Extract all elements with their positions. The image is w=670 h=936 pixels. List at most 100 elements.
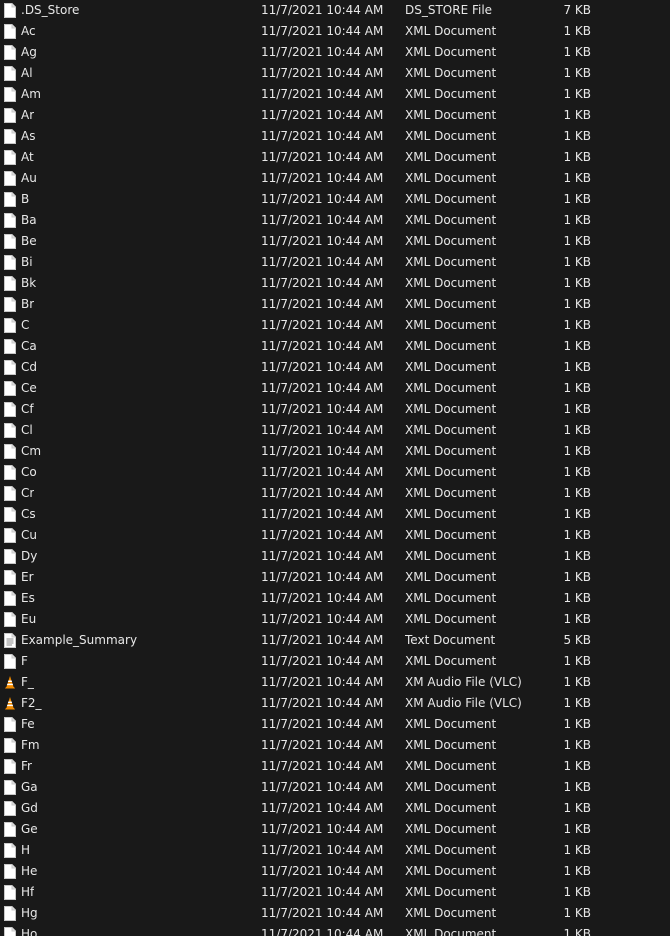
blank-file-icon [4,822,16,837]
file-type: DS_STORE File [405,3,493,17]
file-row[interactable]: Ga 11/7/2021 10:44 AM XML Document 1 KB [0,777,670,798]
file-row[interactable]: F2_ 11/7/2021 10:44 AM XM Audio File (VLC)… [0,693,670,714]
file-size: 1 KB [563,276,591,290]
file-name: F2_ [21,696,42,710]
file-row[interactable]: At 11/7/2021 10:44 AM XML Document 1 KB [0,147,670,168]
file-name: Eu [21,612,37,626]
blank-file-icon [4,66,16,81]
file-row[interactable]: Ca 11/7/2021 10:44 AM XML Document 1 KB [0,336,670,357]
file-name: Hg [21,906,38,920]
file-name: Co [21,465,37,479]
blank-file-icon [4,402,16,417]
file-row[interactable]: C 11/7/2021 10:44 AM XML Document 1 KB [0,315,670,336]
file-name: C [21,318,30,332]
file-date-modified: 11/7/2021 10:44 AM [261,381,384,395]
file-row[interactable]: Ge 11/7/2021 10:44 AM XML Document 1 KB [0,819,670,840]
file-row[interactable]: As 11/7/2021 10:44 AM XML Document 1 KB [0,126,670,147]
file-row[interactable]: Al 11/7/2021 10:44 AM XML Document 1 KB [0,63,670,84]
file-name: Cf [21,402,34,416]
file-size: 1 KB [563,87,591,101]
file-row[interactable]: Ag 11/7/2021 10:44 AM XML Document 1 KB [0,42,670,63]
file-name: Bi [21,255,33,269]
file-type: XML Document [405,129,497,143]
file-row[interactable]: Cl 11/7/2021 10:44 AM XML Document 1 KB [0,420,670,441]
file-row[interactable]: Hg 11/7/2021 10:44 AM XML Document 1 KB [0,903,670,924]
file-row[interactable]: Co 11/7/2021 10:44 AM XML Document 1 KB [0,462,670,483]
file-type: XML Document [405,171,497,185]
file-row[interactable]: Ce 11/7/2021 10:44 AM XML Document 1 KB [0,378,670,399]
blank-file-icon [4,717,16,732]
file-row[interactable]: Er 11/7/2021 10:44 AM XML Document 1 KB [0,567,670,588]
file-date-modified: 11/7/2021 10:44 AM [261,360,384,374]
blank-file-icon [4,444,16,459]
file-row[interactable]: Dy 11/7/2021 10:44 AM XML Document 1 KB [0,546,670,567]
file-row[interactable]: Br 11/7/2021 10:44 AM XML Document 1 KB [0,294,670,315]
file-row[interactable]: Cd 11/7/2021 10:44 AM XML Document 1 KB [0,357,670,378]
file-row[interactable]: Bk 11/7/2021 10:44 AM XML Document 1 KB [0,273,670,294]
file-row[interactable]: Cu 11/7/2021 10:44 AM XML Document 1 KB [0,525,670,546]
blank-file-icon [4,255,16,270]
file-row[interactable]: B 11/7/2021 10:44 AM XML Document 1 KB [0,189,670,210]
file-row[interactable]: Example_Summary 11/7/2021 10:44 AM Text Do… [0,630,670,651]
file-date-modified: 11/7/2021 10:44 AM [261,150,384,164]
blank-file-icon [4,780,16,795]
file-size: 1 KB [563,864,591,878]
file-size: 1 KB [563,423,591,437]
file-row[interactable]: Cr 11/7/2021 10:44 AM XML Document 1 KB [0,483,670,504]
file-type: XML Document [405,360,497,374]
file-size: 5 KB [563,633,591,647]
file-row[interactable]: Eu 11/7/2021 10:44 AM XML Document 1 KB [0,609,670,630]
blank-file-icon [4,927,16,936]
file-size: 1 KB [563,885,591,899]
file-row[interactable]: .DS_Store 11/7/2021 10:44 AM DS_STORE File… [0,0,670,21]
file-row[interactable]: Hf 11/7/2021 10:44 AM XML Document 1 KB [0,882,670,903]
file-row[interactable]: Be 11/7/2021 10:44 AM XML Document 1 KB [0,231,670,252]
file-date-modified: 11/7/2021 10:44 AM [261,234,384,248]
file-size: 1 KB [563,234,591,248]
file-row[interactable]: Cf 11/7/2021 10:44 AM XML Document 1 KB [0,399,670,420]
blank-file-icon [4,318,16,333]
file-row[interactable]: Fr 11/7/2021 10:44 AM XML Document 1 KB [0,756,670,777]
blank-file-icon [4,171,16,186]
file-list: .DS_Store 11/7/2021 10:44 AM DS_STORE File… [0,0,670,936]
file-row[interactable]: Es 11/7/2021 10:44 AM XML Document 1 KB [0,588,670,609]
file-row[interactable]: Ba 11/7/2021 10:44 AM XML Document 1 KB [0,210,670,231]
file-size: 1 KB [563,444,591,458]
file-name: At [21,150,34,164]
blank-file-icon [4,360,16,375]
file-row[interactable]: F 11/7/2021 10:44 AM XML Document 1 KB [0,651,670,672]
file-row[interactable]: Fe 11/7/2021 10:44 AM XML Document 1 KB [0,714,670,735]
file-name: Al [21,66,33,80]
file-row[interactable]: He 11/7/2021 10:44 AM XML Document 1 KB [0,861,670,882]
vlc-cone-icon [4,675,16,690]
file-type: XML Document [405,276,497,290]
blank-file-icon [4,759,16,774]
file-date-modified: 11/7/2021 10:44 AM [261,171,384,185]
file-row[interactable]: Cs 11/7/2021 10:44 AM XML Document 1 KB [0,504,670,525]
file-row[interactable]: Ac 11/7/2021 10:44 AM XML Document 1 KB [0,21,670,42]
file-date-modified: 11/7/2021 10:44 AM [261,255,384,269]
blank-file-icon [4,843,16,858]
file-row[interactable]: Fm 11/7/2021 10:44 AM XML Document 1 KB [0,735,670,756]
file-row[interactable]: Cm 11/7/2021 10:44 AM XML Document 1 KB [0,441,670,462]
file-row[interactable]: Ho 11/7/2021 10:44 AM XML Document 1 KB [0,924,670,936]
file-row[interactable]: Bi 11/7/2021 10:44 AM XML Document 1 KB [0,252,670,273]
blank-file-icon [4,864,16,879]
file-type: XML Document [405,759,497,773]
file-type: XML Document [405,297,497,311]
blank-file-icon [4,591,16,606]
file-row[interactable]: Au 11/7/2021 10:44 AM XML Document 1 KB [0,168,670,189]
file-row[interactable]: Ar 11/7/2021 10:44 AM XML Document 1 KB [0,105,670,126]
file-row[interactable]: H 11/7/2021 10:44 AM XML Document 1 KB [0,840,670,861]
file-size: 1 KB [563,213,591,227]
file-type: XML Document [405,45,497,59]
file-row[interactable]: F_ 11/7/2021 10:44 AM XM Audio File (VLC) 1… [0,672,670,693]
file-type: XML Document [405,864,497,878]
file-date-modified: 11/7/2021 10:44 AM [261,612,384,626]
file-row[interactable]: Am 11/7/2021 10:44 AM XML Document 1 KB [0,84,670,105]
file-size: 1 KB [563,108,591,122]
file-row[interactable]: Gd 11/7/2021 10:44 AM XML Document 1 KB [0,798,670,819]
file-size: 1 KB [563,528,591,542]
blank-file-icon [4,801,16,816]
blank-file-icon [4,234,16,249]
